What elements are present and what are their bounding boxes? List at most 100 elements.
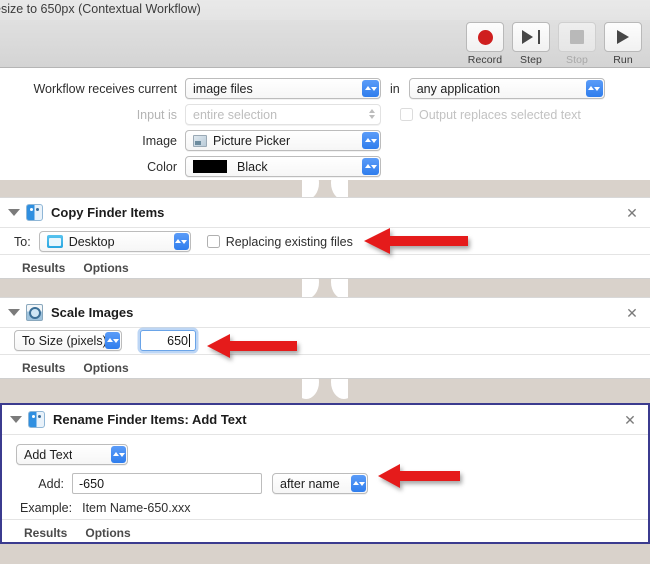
stop-button: Stop: [558, 22, 596, 66]
action-header[interactable]: Copy Finder Items ✕: [0, 198, 650, 228]
automator-window: esize to 650px (Contextual Workflow) Rec…: [0, 0, 650, 564]
action-title: Scale Images: [51, 305, 134, 320]
action-scale-images[interactable]: Scale Images ✕ To Size (pixels) 650 Resu…: [0, 297, 650, 379]
rename-mode-select[interactable]: Add Text: [16, 444, 128, 465]
image-label: Image: [142, 133, 177, 148]
run-button[interactable]: Run: [604, 22, 642, 66]
chevron-updown-icon: [351, 475, 366, 492]
chevron-updown-icon: [362, 132, 379, 149]
action-header[interactable]: Rename Finder Items: Add Text ✕: [2, 405, 648, 435]
step-button-cap: [512, 22, 550, 52]
action-rename-finder-items[interactable]: Rename Finder Items: Add Text ✕ Add Text…: [0, 403, 650, 544]
application-value: any application: [416, 81, 501, 96]
rename-mode-row: Add Text: [16, 444, 128, 465]
replacing-existing-files-label: Replacing existing files: [225, 234, 353, 249]
color-select[interactable]: Black: [185, 156, 381, 177]
input-is-select: entire selection: [185, 104, 381, 125]
action-connector: [302, 379, 348, 399]
options-tab[interactable]: Options: [83, 361, 128, 375]
color-row: Color Black: [0, 156, 650, 177]
copy-to-label: To:: [14, 234, 31, 249]
output-replaces-label: Output replaces selected text: [419, 107, 581, 122]
close-icon[interactable]: ✕: [623, 413, 637, 427]
image-select[interactable]: Picture Picker: [185, 130, 381, 151]
chevron-updown-icon: [585, 80, 603, 97]
chevron-updown-icon: [173, 233, 189, 250]
color-value: Black: [237, 159, 268, 174]
copy-destination-value: Desktop: [68, 234, 115, 249]
add-position-value: after name: [280, 476, 340, 491]
input-is-value: entire selection: [193, 107, 278, 122]
toolbar-button-group: Record Step Stop Run: [466, 22, 642, 66]
options-tab[interactable]: Options: [85, 526, 130, 540]
action-body: To Size (pixels) 650: [0, 328, 650, 354]
record-button-cap: [466, 22, 504, 52]
chevron-updown-icon: [105, 332, 120, 349]
example-label: Example:: [20, 501, 73, 515]
add-label: Add:: [38, 476, 64, 491]
action-title: Rename Finder Items: Add Text: [53, 412, 247, 427]
arrow-scale-images: [207, 332, 297, 360]
scale-mode-select[interactable]: To Size (pixels): [14, 330, 122, 351]
application-select[interactable]: any application: [408, 78, 605, 99]
stop-square-icon: [570, 30, 584, 44]
results-tab[interactable]: Results: [24, 526, 67, 540]
run-button-cap: [604, 22, 642, 52]
action-connector: [302, 279, 348, 299]
results-tab[interactable]: Results: [22, 261, 65, 275]
chevron-updown-icon: [111, 446, 126, 463]
action-body: To: Desktop Replacing existing files: [0, 228, 650, 254]
scale-mode-row: To Size (pixels) 650: [14, 330, 196, 351]
disclosure-triangle-icon[interactable]: [10, 416, 22, 423]
action-title: Copy Finder Items: [51, 205, 165, 220]
workflow-receives-row: Workflow receives current image files in…: [0, 78, 650, 99]
record-button[interactable]: Record: [466, 22, 504, 66]
color-swatch-icon: [193, 160, 227, 173]
example-value: Item Name-650.xxx: [82, 501, 191, 515]
finder-icon: [26, 204, 43, 221]
action-header[interactable]: Scale Images ✕: [0, 298, 650, 328]
step-button-label: Step: [520, 54, 542, 66]
toolbar: Record Step Stop Run: [0, 20, 650, 68]
preview-image-icon: [26, 304, 43, 321]
window-title: esize to 650px (Contextual Workflow): [0, 2, 201, 16]
copy-destination-row: To: Desktop Replacing existing files: [14, 231, 353, 252]
image-value: Picture Picker: [213, 133, 291, 148]
picture-swatch-icon: [193, 134, 207, 147]
record-circle-icon: [477, 29, 493, 45]
play-triangle-icon: [617, 30, 629, 44]
image-row: Image Picture Picker: [0, 130, 650, 151]
output-replaces-checkbox-group: Output replaces selected text: [400, 108, 581, 122]
folder-icon: [46, 235, 63, 248]
rename-mode-value: Add Text: [24, 447, 73, 462]
add-position-select[interactable]: after name: [272, 473, 368, 494]
arrow-copy-finder-items: [364, 226, 468, 256]
close-icon[interactable]: ✕: [625, 206, 639, 220]
copy-destination-select[interactable]: Desktop: [38, 231, 191, 252]
stop-button-label: Stop: [566, 54, 588, 66]
record-button-label: Record: [467, 54, 503, 66]
workflow-receives-pane: Workflow receives current image files in…: [0, 68, 650, 180]
options-tab[interactable]: Options: [83, 261, 128, 275]
replacing-existing-files-checkbox[interactable]: [206, 235, 220, 248]
disclosure-triangle-icon[interactable]: [8, 209, 20, 216]
workflow-receives-select[interactable]: image files: [185, 78, 381, 99]
stop-button-cap: [558, 22, 596, 52]
action-footer: Results Options: [0, 354, 650, 380]
output-replaces-checkbox: [400, 108, 413, 121]
chevron-updown-icon: [362, 158, 379, 175]
step-forward-icon: [522, 30, 540, 44]
disclosure-triangle-icon[interactable]: [8, 309, 20, 316]
action-copy-finder-items[interactable]: Copy Finder Items ✕ To: Desktop Replacin…: [0, 197, 650, 279]
close-icon[interactable]: ✕: [625, 306, 639, 320]
add-text-input[interactable]: -650: [72, 473, 262, 494]
color-label: Color: [147, 159, 177, 174]
arrow-rename-finder-items: [378, 462, 460, 490]
results-tab[interactable]: Results: [22, 361, 65, 375]
action-footer: Results Options: [0, 254, 650, 280]
finder-icon: [28, 411, 45, 428]
step-button[interactable]: Step: [512, 22, 550, 66]
scale-size-input[interactable]: 650: [140, 330, 196, 351]
scale-size-value: 650: [167, 333, 188, 348]
run-button-label: Run: [613, 54, 633, 66]
